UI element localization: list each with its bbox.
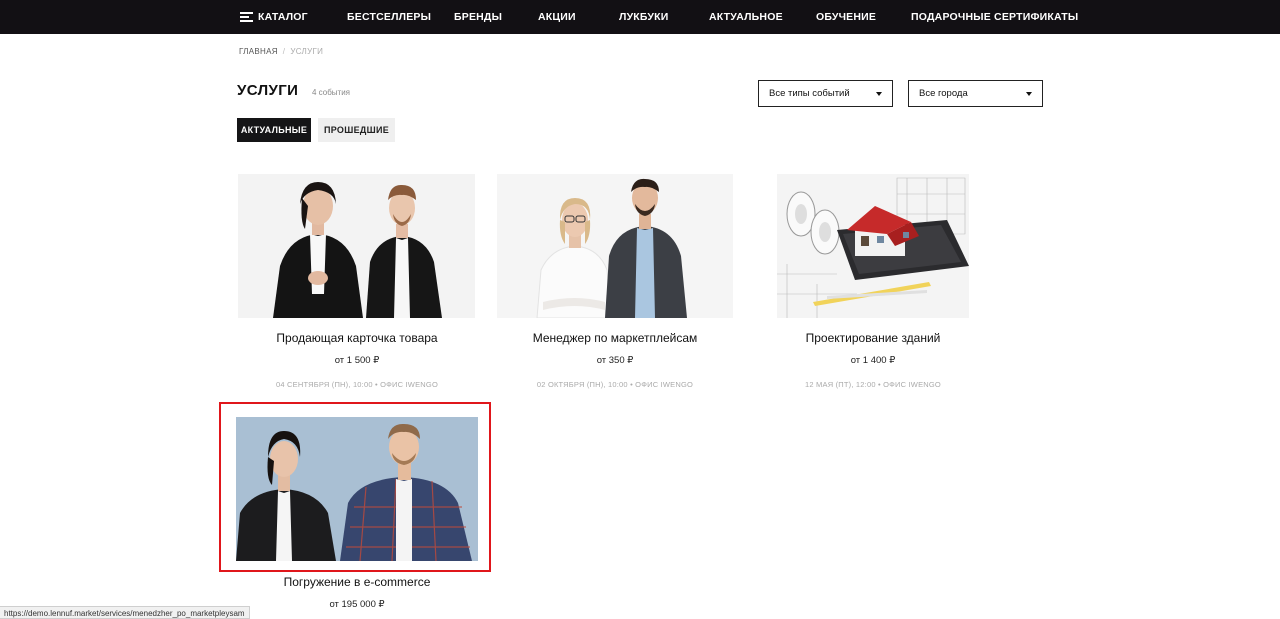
card-price: от 1 500 ₽ bbox=[334, 355, 380, 366]
breadcrumb: ГЛАВНАЯ / УСЛУГИ bbox=[239, 47, 323, 56]
card-image[interactable] bbox=[238, 174, 475, 318]
top-navigation: КАТАЛОГ БЕСТСЕЛЛЕРЫ БРЕНДЫ АКЦИИ ЛУКБУКИ… bbox=[0, 0, 1280, 34]
card-photo-two-people bbox=[497, 174, 733, 318]
card-title[interactable]: Погружение в e-commerce bbox=[237, 575, 477, 589]
status-bar-url: https://demo.lennuf.market/services/mene… bbox=[0, 606, 250, 619]
breadcrumb-current: УСЛУГИ bbox=[290, 47, 324, 56]
card-image[interactable] bbox=[497, 174, 733, 318]
card-photo-house-model bbox=[777, 174, 969, 318]
dropdown-arrow-icon bbox=[1026, 92, 1032, 96]
page-title: УСЛУГИ bbox=[237, 82, 299, 99]
card-photo-two-people bbox=[238, 174, 475, 318]
city-value: Все города bbox=[919, 88, 968, 99]
nav-education[interactable]: ОБУЧЕНИЕ bbox=[816, 0, 876, 34]
breadcrumb-separator: / bbox=[282, 47, 286, 56]
nav-actual[interactable]: АКТУАЛЬНОЕ bbox=[709, 0, 783, 34]
menu-icon[interactable] bbox=[240, 12, 253, 22]
card-image[interactable] bbox=[777, 174, 969, 318]
card-price: от 350 ₽ bbox=[596, 355, 634, 366]
selection-highlight bbox=[219, 402, 491, 572]
city-select[interactable]: Все города bbox=[908, 80, 1043, 107]
card-price: от 1 400 ₽ bbox=[850, 355, 896, 366]
nav-gift-certificates[interactable]: ПОДАРОЧНЫЕ СЕРТИФИКАТЫ bbox=[911, 0, 1078, 34]
events-count: 4 события bbox=[312, 88, 351, 97]
card-meta: 12 МАЯ (ПТ), 12:00 • ОФИС IWENGO bbox=[805, 380, 941, 389]
tab-actual[interactable]: АКТУАЛЬНЫЕ bbox=[237, 118, 311, 142]
card-price: от 195 000 ₽ bbox=[329, 599, 385, 610]
nav-lookbooks[interactable]: ЛУКБУКИ bbox=[619, 0, 668, 34]
nav-brands[interactable]: БРЕНДЫ bbox=[454, 0, 502, 34]
event-type-select[interactable]: Все типы событий bbox=[758, 80, 893, 107]
card-meta: 02 ОКТЯБРЯ (ПН), 10:00 • ОФИС IWENGO bbox=[536, 380, 694, 389]
card-title[interactable]: Менеджер по маркетплейсам bbox=[495, 331, 735, 345]
card-title[interactable]: Проектирование зданий bbox=[753, 331, 993, 345]
nav-sales[interactable]: АКЦИИ bbox=[538, 0, 576, 34]
nav-bestsellers[interactable]: БЕСТСЕЛЛЕРЫ bbox=[347, 0, 431, 34]
card-meta: 04 СЕНТЯБРЯ (ПН), 10:00 • ОФИС IWENGO bbox=[276, 380, 438, 389]
tab-past[interactable]: ПРОШЕДШИЕ bbox=[318, 118, 395, 142]
nav-catalog[interactable]: КАТАЛОГ bbox=[258, 0, 308, 34]
dropdown-arrow-icon bbox=[876, 92, 882, 96]
event-type-value: Все типы событий bbox=[769, 88, 850, 99]
card-title[interactable]: Продающая карточка товара bbox=[237, 331, 477, 345]
breadcrumb-home[interactable]: ГЛАВНАЯ bbox=[239, 47, 278, 56]
